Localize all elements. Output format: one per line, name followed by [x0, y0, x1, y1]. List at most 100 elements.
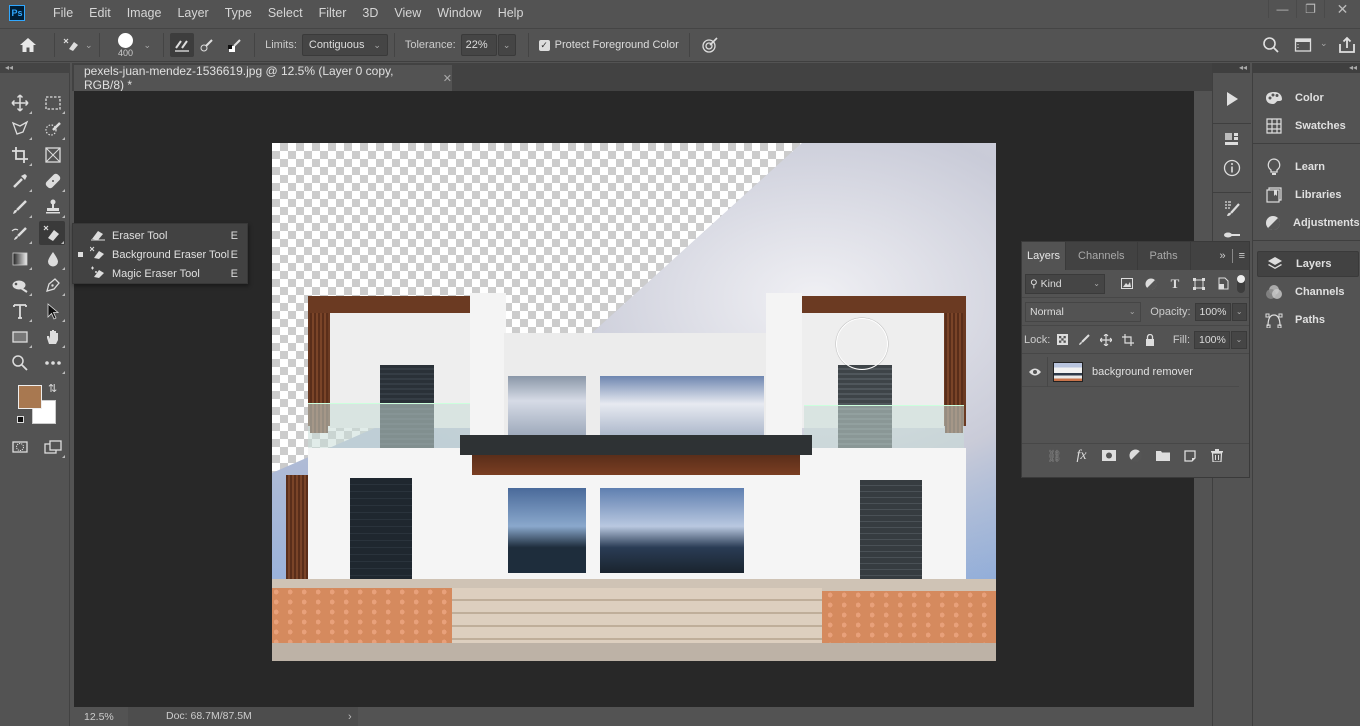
lock-transparent-pixels-icon[interactable] [1051, 334, 1073, 345]
chevron-down-icon[interactable]: ⌄ [85, 40, 93, 51]
foreground-color-swatch[interactable] [18, 385, 42, 409]
document-image[interactable] [272, 143, 996, 661]
menu-layer[interactable]: Layer [169, 6, 216, 20]
3d-properties-button[interactable] [1218, 125, 1246, 153]
status-menu-arrow[interactable]: › [348, 711, 352, 723]
panel-button-layers[interactable]: Layers [1257, 251, 1359, 277]
filter-shape-icon[interactable] [1187, 277, 1211, 290]
flyout-item-magic-eraser-tool[interactable]: Magic Eraser Tool E [73, 264, 247, 283]
panel-button-paths[interactable]: Paths [1257, 307, 1359, 333]
tolerance-input[interactable]: 22% [460, 34, 497, 56]
default-colors-icon[interactable] [17, 416, 24, 423]
tab-paths[interactable]: Paths [1138, 242, 1191, 270]
fill-slider-toggle[interactable]: ⌄ [1231, 330, 1247, 349]
dock-collapse-button[interactable]: ◂◂ [1212, 63, 1250, 73]
lock-position-icon[interactable] [1095, 333, 1117, 346]
zoom-level[interactable]: 12.5% [74, 711, 128, 723]
background-eraser-preset-icon[interactable] [61, 37, 81, 53]
flyout-item-eraser-tool[interactable]: Eraser Tool E [73, 226, 247, 245]
pressure-size-icon[interactable] [696, 36, 724, 54]
hand-tool[interactable] [40, 325, 66, 349]
menu-filter[interactable]: Filter [311, 6, 355, 20]
workspace-icon[interactable] [1294, 37, 1312, 53]
history-brush-tool[interactable] [7, 221, 33, 245]
info-button[interactable] [1218, 154, 1246, 182]
new-group-folder-icon[interactable] [1153, 446, 1173, 466]
opacity-input[interactable]: 100% [1194, 302, 1231, 321]
opacity-slider-toggle[interactable]: ⌄ [1231, 302, 1247, 321]
lasso-tool[interactable] [7, 117, 33, 141]
filter-adjustment-icon[interactable] [1139, 278, 1163, 290]
eyedropper-tool[interactable] [7, 169, 33, 193]
panel-collapse-button[interactable]: ◂◂ [1252, 63, 1360, 73]
zoom-tool[interactable] [7, 351, 33, 375]
limits-dropdown[interactable]: Contiguous ⌄ [301, 34, 388, 56]
gradient-tool[interactable] [7, 247, 33, 271]
sampling-background-swatch-icon[interactable] [222, 37, 248, 53]
tolerance-slider-toggle[interactable]: ⌄ [497, 34, 516, 56]
panel-button-channels[interactable]: Channels [1257, 279, 1359, 305]
chevron-down-icon[interactable]: ⌄ [144, 40, 152, 51]
swap-colors-icon[interactable]: ⇅ [48, 382, 57, 395]
marquee-tool[interactable] [40, 91, 66, 115]
flyout-item-background-eraser-tool[interactable]: Background Eraser Tool E [73, 245, 247, 264]
dodge-tool[interactable] [7, 273, 33, 297]
add-mask-icon[interactable] [1099, 446, 1119, 466]
quick-mask-button[interactable] [7, 435, 33, 459]
filter-smart-object-icon[interactable] [1211, 277, 1235, 290]
close-window-button[interactable]: ✕ [1324, 0, 1360, 18]
toolbar-collapse-button[interactable]: ◂◂ [0, 63, 70, 73]
menu-select[interactable]: Select [260, 6, 311, 20]
menu-type[interactable]: Type [217, 6, 260, 20]
path-selection-tool[interactable] [40, 299, 66, 323]
lock-artboard-icon[interactable] [1117, 333, 1139, 346]
menu-edit[interactable]: Edit [81, 6, 119, 20]
close-document-icon[interactable]: ✕ [443, 72, 452, 85]
home-icon[interactable] [8, 37, 48, 53]
brush-preset-picker[interactable]: 400 [112, 32, 140, 58]
screen-mode-button[interactable] [40, 435, 66, 459]
restore-button[interactable]: ❐ [1296, 0, 1324, 18]
clone-stamp-tool[interactable] [40, 195, 66, 219]
new-adjustment-layer-icon[interactable] [1126, 446, 1146, 466]
panel-button-libraries[interactable]: Libraries [1257, 182, 1359, 208]
visibility-eye-icon[interactable] [1022, 356, 1048, 387]
layer-name[interactable]: background remover [1092, 366, 1193, 378]
search-icon[interactable] [1262, 36, 1280, 54]
crop-tool[interactable] [7, 143, 33, 167]
menu-3d[interactable]: 3D [354, 6, 386, 20]
menu-window[interactable]: Window [429, 6, 489, 20]
filter-type-icon[interactable]: T [1163, 276, 1187, 292]
frame-tool[interactable] [40, 143, 66, 167]
sampling-continuous-icon[interactable] [170, 33, 195, 57]
actions-play-button[interactable] [1218, 85, 1246, 113]
delete-layer-trash-icon[interactable] [1207, 446, 1227, 466]
quick-selection-tool[interactable] [40, 117, 66, 141]
tab-layers[interactable]: Layers [1022, 242, 1067, 270]
layer-style-fx-icon[interactable]: fx [1072, 446, 1092, 466]
background-eraser-tool[interactable] [39, 221, 65, 245]
lock-image-pixels-icon[interactable] [1073, 333, 1095, 346]
panel-menu-icon[interactable]: ≡ [1239, 250, 1245, 262]
type-tool[interactable] [7, 299, 33, 323]
chevron-down-icon[interactable]: ⌄ [1320, 38, 1328, 49]
move-tool[interactable] [7, 91, 33, 115]
rectangle-tool[interactable] [7, 325, 33, 349]
minimize-button[interactable]: — [1268, 0, 1296, 18]
document-tab[interactable]: pexels-juan-mendez-1536619.jpg @ 12.5% (… [74, 64, 452, 92]
panel-button-learn[interactable]: Learn [1257, 154, 1359, 180]
link-layers-icon[interactable]: ⛓ [1045, 446, 1065, 466]
panel-button-adjustments[interactable]: Adjustments [1257, 210, 1360, 236]
panel-button-swatches[interactable]: Swatches [1257, 113, 1359, 139]
filter-toggle-switch[interactable] [1237, 274, 1245, 293]
layer-row[interactable]: background remover [1022, 356, 1239, 387]
blur-tool[interactable] [40, 247, 66, 271]
fill-input[interactable]: 100% [1194, 330, 1230, 349]
menu-help[interactable]: Help [490, 6, 532, 20]
menu-file[interactable]: File [45, 6, 81, 20]
protect-foreground-checkbox[interactable]: ✓ [538, 39, 550, 51]
tab-channels[interactable]: Channels [1066, 242, 1138, 270]
share-icon[interactable] [1338, 36, 1356, 54]
filter-pixel-icon[interactable] [1115, 278, 1139, 289]
filter-kind-dropdown[interactable]: ⚲ Kind ⌄ [1025, 273, 1105, 294]
